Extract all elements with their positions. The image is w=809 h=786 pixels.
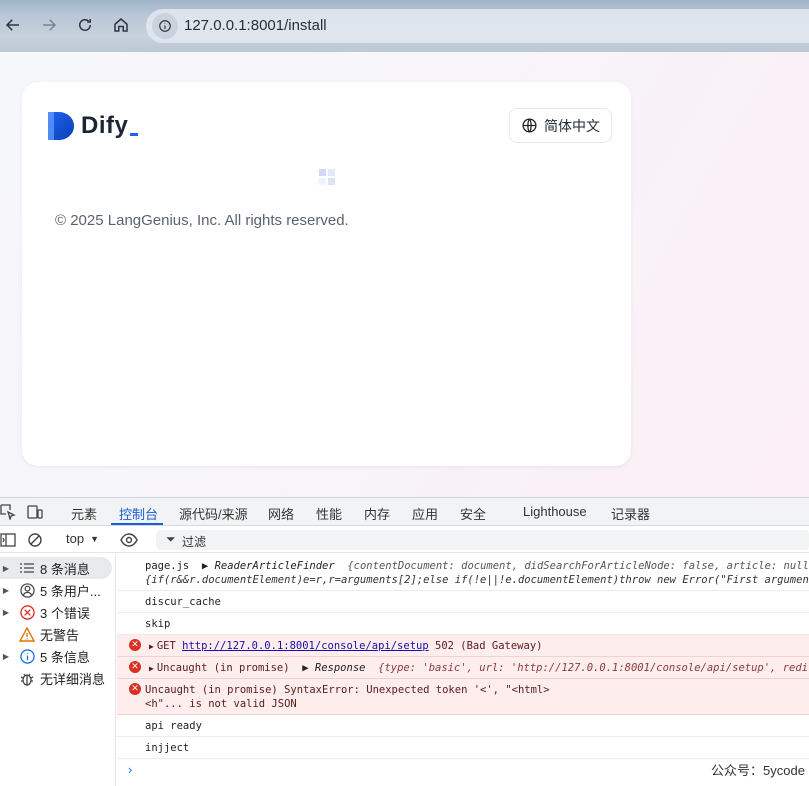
address-bar[interactable]: 127.0.0.1:8001/install [146,9,809,43]
expand-arrow-icon[interactable]: ▶ [149,642,154,651]
tab-security[interactable]: 安全 [460,504,486,523]
tab-console[interactable]: 控制台 [119,504,158,523]
console-prompt[interactable]: › [128,762,132,777]
expandable-object[interactable]: ▶ ReaderArticleFinder [202,560,335,572]
tab-performance[interactable]: 性能 [316,504,342,523]
error-icon [18,603,36,621]
logo-cursor [130,132,139,136]
console-error-line: ✕ ▶ GET http://127.0.0.1:8001/console/api… [117,635,809,657]
expand-arrow-icon[interactable]: ▶ [0,564,12,573]
console-log-line: skip [117,613,809,635]
globe-icon [522,118,537,133]
tab-lighthouse[interactable]: Lighthouse [523,504,587,519]
info-icon [18,647,36,665]
request-status: 502 (Bad Gateway) [435,640,543,652]
expandable-object[interactable]: ▶ Response [302,662,365,674]
object-preview: {type: 'basic', url: 'http://127.0.0.1:8… [378,662,809,674]
log-text: injject [145,742,190,754]
filter-input[interactable]: ⏷ 过滤 [156,530,809,550]
active-tab-indicator [111,523,163,525]
sidebar-item-label: 8 条消息 [40,561,90,577]
install-card: Dify 简体中文 © 2025 LangGenius, Inc. All ri… [22,82,631,466]
request-method: GET [156,640,176,652]
context-selector[interactable]: top ▼ [66,531,99,546]
devtools-tab-bar: 元素 控制台 源代码/来源 网络 性能 内存 应用 安全 Lighthouse … [0,498,809,526]
forward-arrow-icon[interactable] [36,12,62,38]
console-log-line: injject [117,737,809,759]
sidebar-item-user-messages[interactable]: ▶ 5 条用户... [0,579,112,601]
browser-toolbar: 127.0.0.1:8001/install [0,0,809,52]
log-text: skip [145,618,171,630]
live-expression-eye-icon[interactable] [120,532,138,548]
console-sidebar: ▶ 8 条消息 ▶ 5 条用户... ▶ 3 个错误 无警告 ▶ 5 条信息 无 [0,554,116,786]
logo-text: Dify [81,112,129,139]
request-url-link[interactable]: http://127.0.0.1:8001/console/api/setup [182,640,429,652]
home-icon[interactable] [108,12,134,38]
bug-icon [18,669,36,687]
sidebar-item-label: 3 个错误 [40,605,90,621]
console-error-line: ✕ Uncaught (in promise) SyntaxError: Une… [117,679,809,715]
sidebar-item-errors[interactable]: ▶ 3 个错误 [0,601,112,623]
error-icon: ✕ [129,639,141,651]
filter-funnel-icon: ⏷ [166,532,176,546]
sidebar-item-label: 5 条用户... [40,583,101,599]
sidebar-item-label: 无详细消息 [40,671,106,687]
console-log-line: api ready [117,715,809,737]
expand-arrow-icon[interactable]: ▶ [0,586,12,595]
url-text[interactable]: 127.0.0.1:8001/install [184,17,327,34]
watermark-text: 公众号：5ycode [711,763,805,778]
error-text: Uncaught (in promise) SyntaxError: Unexp… [145,684,550,696]
dropdown-arrow-icon: ▼ [90,533,99,544]
tab-network[interactable]: 网络 [268,504,294,523]
page-viewport: Dify 简体中文 © 2025 LangGenius, Inc. All ri… [0,52,809,497]
back-arrow-icon[interactable] [0,12,26,38]
copyright-text: © 2025 LangGenius, Inc. All rights reser… [55,212,349,229]
console-output: page.js ▶ ReaderArticleFinder {contentDo… [117,554,809,786]
error-icon: ✕ [129,661,141,673]
inspect-element-icon[interactable] [0,504,16,520]
clear-console-icon[interactable] [27,532,43,548]
console-log-line: page.js ▶ ReaderArticleFinder {contentDo… [117,554,809,591]
log-text: discur_cache [145,596,221,608]
sidebar-item-verbose[interactable]: 无详细消息 [0,667,112,689]
device-toolbar-icon[interactable] [27,504,43,520]
loading-spinner-icon [319,169,335,185]
user-icon [18,581,36,599]
sidebar-item-warnings[interactable]: 无警告 [0,623,112,645]
object-preview: {contentDocument: document, didSearchFor… [347,560,809,572]
language-button[interactable]: 简体中文 [509,108,612,143]
sidebar-item-info[interactable]: ▶ 5 条信息 [0,645,112,667]
site-info-icon[interactable] [152,13,178,39]
error-text-continuation: <h"... is not valid JSON [145,698,297,710]
log-source-link[interactable]: page.js [145,560,189,572]
tab-recorder[interactable]: 记录器 [611,504,650,523]
tab-elements[interactable]: 元素 [71,504,97,523]
tab-memory[interactable]: 内存 [364,504,390,523]
log-continuation: {if(r&&r.documentElement)e=r,r=arguments… [145,574,809,586]
console-error-line: ✕ ▶ Uncaught (in promise) ▶ Response {typ… [117,657,809,679]
error-text: Uncaught (in promise) [156,662,290,674]
tab-application[interactable]: 应用 [412,504,438,523]
dify-logo-mark-icon [48,112,74,140]
sidebar-item-messages[interactable]: ▶ 8 条消息 [0,557,112,579]
tab-sources[interactable]: 源代码/来源 [179,504,248,523]
expand-arrow-icon[interactable]: ▶ [149,664,154,673]
expand-arrow-icon[interactable]: ▶ [0,652,12,661]
sidebar-item-label: 5 条信息 [40,649,90,665]
context-label: top [66,531,85,546]
console-log-line: discur_cache [117,591,809,613]
log-text: api ready [145,720,202,732]
devtools-panel: 元素 控制台 源代码/来源 网络 性能 内存 应用 安全 Lighthouse … [0,497,809,786]
sidebar-item-label: 无警告 [40,627,80,643]
reload-icon[interactable] [72,12,98,38]
list-icon [18,559,36,577]
expand-arrow-icon[interactable]: ▶ [0,608,12,617]
warning-icon [18,625,36,643]
error-icon: ✕ [129,683,141,695]
language-label: 简体中文 [544,117,600,134]
console-toolbar: top ▼ ⏷ 过滤 [0,527,809,553]
sidebar-toggle-icon[interactable] [0,532,16,548]
dify-logo: Dify [48,112,139,140]
filter-placeholder: 过滤 [182,535,207,549]
